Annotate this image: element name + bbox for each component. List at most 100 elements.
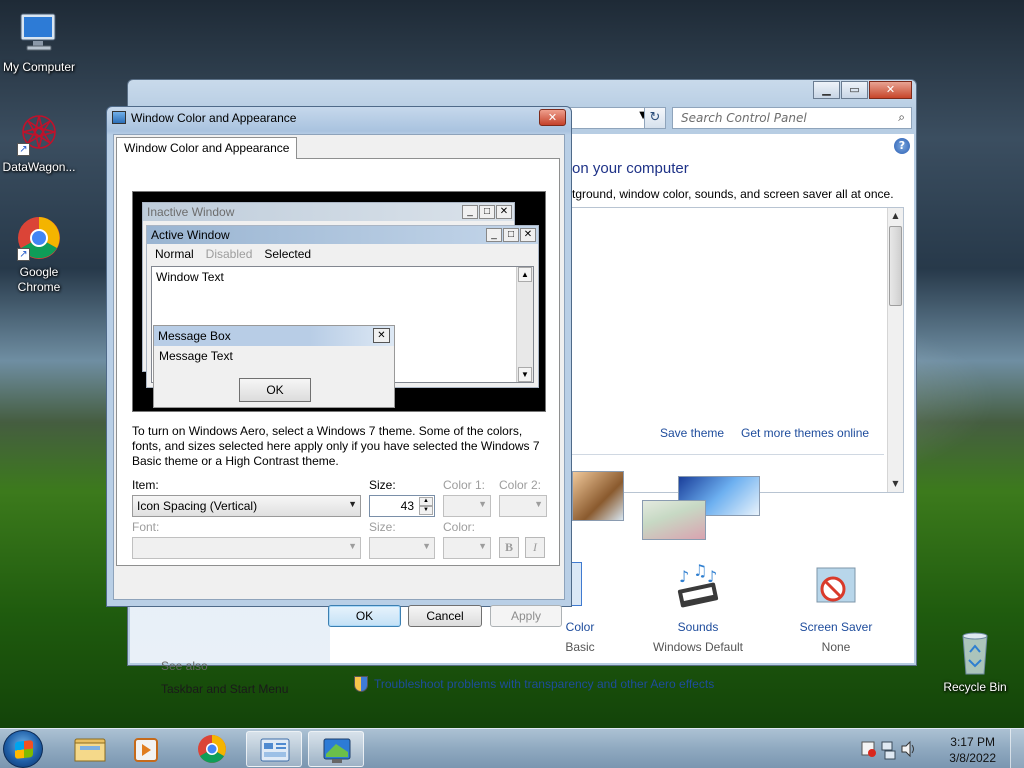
page-description: tground, window color, sounds, and scree… (572, 187, 894, 201)
cancel-button[interactable]: Cancel (408, 605, 482, 627)
font-color-picker[interactable]: ▼ (443, 537, 491, 559)
chevron-down-icon: ▼ (478, 541, 487, 551)
color1-picker[interactable]: ▼ (443, 495, 491, 517)
save-theme-link[interactable]: Save theme (660, 426, 724, 440)
chevron-down-icon[interactable]: ▼ (348, 499, 357, 509)
divider (572, 454, 884, 455)
address-bar[interactable]: ▼ (568, 107, 652, 129)
window-controls: ▁ ▭ ✕ (812, 81, 912, 99)
font-size-select[interactable]: ▼ (369, 537, 435, 559)
theme-list-scrollbar[interactable]: ▲ ▼ (887, 208, 903, 492)
preview-scrollbar: ▲ ▼ (516, 267, 533, 382)
preview-ok-button: OK (239, 378, 311, 402)
help-icon[interactable]: ? (894, 138, 910, 154)
chrome-icon: ↗ (15, 215, 63, 261)
bold-button[interactable]: B (499, 537, 519, 558)
sounds-tile-value: Windows Default (652, 640, 744, 654)
sounds-tile-label: Sounds (677, 620, 719, 634)
stepper-down-icon[interactable]: ▼ (419, 506, 433, 515)
scroll-up-icon[interactable]: ▲ (888, 208, 903, 224)
preview-menu-bar: Normal Disabled Selected (147, 244, 538, 264)
menu-selected: Selected (264, 247, 312, 261)
scroll-down-icon[interactable]: ▼ (888, 476, 903, 492)
dialog-close-button[interactable]: ✕ (539, 109, 566, 126)
minimize-button[interactable]: ▁ (813, 81, 840, 99)
display-settings-icon (112, 111, 126, 124)
shortcut-arrow-icon: ↗ (17, 143, 30, 156)
display-settings-icon (323, 738, 351, 763)
font-select[interactable]: ▼ (132, 537, 361, 559)
taskbar-explorer[interactable] (62, 731, 118, 767)
apply-button[interactable]: Apply (490, 605, 562, 627)
search-icon[interactable]: ⌕ (898, 110, 905, 125)
stepper-up-icon[interactable]: ▲ (419, 497, 433, 506)
taskbar-control-panel[interactable] (246, 731, 302, 767)
screen-saver-icon (790, 562, 882, 612)
close-button[interactable]: ✕ (869, 81, 912, 99)
screen-saver-tile-value: None (821, 640, 851, 654)
color2-picker[interactable]: ▼ (499, 495, 547, 517)
chevron-down-icon: ▼ (348, 541, 357, 551)
desktop-icon-my-computer[interactable]: My Computer (0, 10, 78, 75)
inactive-window-title: Inactive Window (147, 205, 235, 219)
size-stepper[interactable]: 43 ▲ ▼ (369, 495, 435, 517)
volume-icon (901, 740, 914, 758)
troubleshoot-link-text[interactable]: Troubleshoot problems with transparency … (374, 677, 714, 691)
system-clock[interactable]: 3:17 PM 3/8/2022 (949, 734, 996, 766)
maximize-icon: □ (479, 205, 495, 219)
desktop-icon-google-chrome[interactable]: ↗ Google Chrome (0, 215, 78, 295)
close-icon: ✕ (520, 228, 536, 242)
size-label: Size: (369, 478, 396, 492)
taskbar-media-player[interactable] (118, 731, 174, 767)
sounds-icon: ♪ ♫ ♪ (638, 561, 758, 612)
desktop-icon-datawagon[interactable]: ↗ DataWagon... (0, 110, 78, 175)
tab-window-color-appearance[interactable]: Window Color and Appearance (116, 137, 298, 159)
preview-message-box: Message Box ✕ Message Text OK (153, 325, 395, 408)
window-text: Window Text (156, 270, 224, 284)
desktop-icon-recycle-bin[interactable]: Recycle Bin (936, 630, 1014, 695)
taskbar-start-menu-link[interactable]: Taskbar and Start Menu (161, 682, 288, 696)
theme-list[interactable]: ▲ ▼ (572, 207, 904, 493)
screen-saver-tile[interactable]: Screen Saver None (790, 562, 882, 654)
chrome-icon (198, 735, 226, 763)
desktop-icon-label: My Computer (2, 60, 76, 74)
theme-thumbnail[interactable] (642, 500, 706, 540)
taskbar-window-color[interactable] (308, 731, 364, 767)
font-label: Font: (132, 520, 160, 534)
message-box-title: Message Box (158, 329, 231, 343)
sounds-tile[interactable]: ♪ ♫ ♪ Sounds Windows Default (638, 561, 758, 654)
troubleshoot-link[interactable]: Troubleshoot problems with transparency … (354, 676, 714, 692)
desktop-icon-label: Recycle Bin (943, 680, 1007, 694)
scrollbar-thumb[interactable] (889, 226, 902, 306)
system-tray: 3:17 PM 3/8/2022 (854, 729, 1024, 768)
show-desktop-button[interactable] (1010, 729, 1024, 768)
chevron-down-icon: ▼ (534, 499, 543, 509)
ok-button[interactable]: OK (328, 605, 401, 627)
network-icon (881, 741, 896, 760)
item-select-value: Icon Spacing (Vertical) (137, 499, 258, 513)
desktop-icon-label: DataWagon... (2, 160, 76, 174)
window-color-appearance-dialog[interactable]: Window Color and Appearance ✕ Window Col… (106, 106, 572, 627)
theme-thumbnail[interactable] (572, 471, 624, 521)
italic-button[interactable]: I (525, 537, 545, 558)
aero-info-text: To turn on Windows Aero, select a Window… (132, 424, 540, 468)
maximize-icon: □ (503, 228, 519, 242)
chevron-down-icon: ▼ (478, 499, 487, 509)
refresh-button[interactable]: ↻ (644, 107, 666, 129)
close-icon: ✕ (373, 328, 390, 343)
menu-disabled: Disabled (205, 247, 253, 261)
search-placeholder: Search Control Panel (681, 111, 807, 125)
item-select[interactable]: Icon Spacing (Vertical) ▼ (132, 495, 361, 517)
font-size-label: Size: (369, 520, 396, 534)
get-more-themes-link[interactable]: Get more themes online (741, 426, 869, 440)
shortcut-arrow-icon: ↗ (17, 248, 30, 261)
font-color-label: Color: (443, 520, 476, 534)
start-button[interactable] (3, 730, 43, 768)
windows-logo-icon (15, 740, 33, 759)
taskbar-chrome[interactable] (184, 731, 240, 767)
chevron-down-icon: ▼ (422, 541, 431, 551)
see-also-heading: See also (161, 659, 208, 673)
search-input[interactable]: Search Control Panel ⌕ (672, 107, 912, 129)
maximize-button[interactable]: ▭ (841, 81, 868, 99)
dialog-title: Window Color and Appearance (131, 111, 297, 125)
